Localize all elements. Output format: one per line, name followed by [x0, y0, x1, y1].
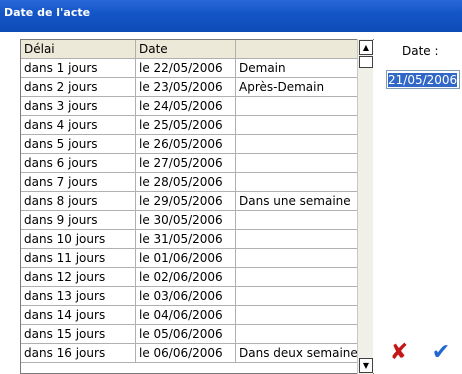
cell-date: le 27/05/2006: [135, 153, 236, 173]
cell-date: le 30/05/2006: [135, 210, 236, 230]
vertical-scrollbar[interactable]: ▲ ▼: [357, 39, 373, 374]
column-header-date[interactable]: Date: [135, 40, 236, 59]
table-row[interactable]: dans 5 jours le 26/05/2006: [21, 134, 367, 154]
table-row[interactable]: dans 6 jours le 27/05/2006: [21, 153, 367, 173]
cell-date: le 28/05/2006: [135, 172, 236, 192]
cell-date: le 03/06/2006: [135, 286, 236, 306]
cell-date: le 01/06/2006: [135, 248, 236, 268]
table-row[interactable]: dans 3 jours le 24/05/2006: [21, 96, 367, 116]
cell-label: Dans deux semaine: [235, 343, 367, 363]
column-header-delai[interactable]: Délai: [21, 40, 136, 59]
cell-label: [235, 286, 367, 306]
cell-date: le 02/06/2006: [135, 267, 236, 287]
table-row[interactable]: dans 13 jours le 03/06/2006: [21, 286, 367, 306]
cell-date: le 31/05/2006: [135, 229, 236, 249]
table-row[interactable]: dans 11 jours le 01/06/2006: [21, 248, 367, 268]
cell-date: le 29/05/2006: [135, 191, 236, 211]
cell-label: [235, 267, 367, 287]
cell-label: [235, 324, 367, 344]
window-title: Date de l'acte: [4, 6, 91, 19]
table-row[interactable]: dans 7 jours le 28/05/2006: [21, 172, 367, 192]
table-row[interactable]: dans 9 jours le 30/05/2006: [21, 210, 367, 230]
cancel-button[interactable]: ✘: [386, 339, 412, 365]
table-row[interactable]: dans 1 jours le 22/05/2006 Demain: [21, 58, 367, 78]
cell-date: le 24/05/2006: [135, 96, 236, 116]
cell-delay: dans 15 jours: [21, 324, 136, 344]
table-row[interactable]: dans 14 jours le 04/06/2006: [21, 305, 367, 325]
cell-label: [235, 210, 367, 230]
cell-delay: dans 7 jours: [21, 172, 136, 192]
column-header-label[interactable]: [235, 40, 367, 59]
table-row[interactable]: dans 16 jours le 06/06/2006 Dans deux sema…: [21, 343, 367, 363]
cell-delay: dans 13 jours: [21, 286, 136, 306]
cell-delay: dans 4 jours: [21, 115, 136, 135]
table-row[interactable]: dans 12 jours le 02/06/2006: [21, 267, 367, 287]
cell-label: Demain: [235, 58, 367, 78]
cell-label: [235, 96, 367, 116]
cell-label: [235, 153, 367, 173]
table-row[interactable]: dans 4 jours le 25/05/2006: [21, 115, 367, 135]
cell-delay: dans 9 jours: [21, 210, 136, 230]
cell-label: [235, 134, 367, 154]
cell-label: [235, 115, 367, 135]
cell-delay: dans 11 jours: [21, 248, 136, 268]
cell-label: Dans une semaine: [235, 191, 367, 211]
table-row[interactable]: dans 15 jours le 05/06/2006: [21, 324, 367, 344]
ok-button[interactable]: ✔: [428, 339, 454, 365]
blue-checkmark-icon: ✔: [431, 339, 451, 365]
cell-delay: dans 1 jours: [21, 58, 136, 78]
date-label: Date :: [402, 44, 439, 58]
cell-delay: dans 3 jours: [21, 96, 136, 116]
cell-date: le 25/05/2006: [135, 115, 236, 135]
cell-date: le 06/06/2006: [135, 343, 236, 363]
table-row[interactable]: dans 2 jours le 23/05/2006 Après-Demain: [21, 77, 367, 97]
arrow-up-icon: ▲: [362, 43, 370, 52]
cell-delay: dans 2 jours: [21, 77, 136, 97]
cell-delay: dans 10 jours: [21, 229, 136, 249]
red-x-icon: ✘: [389, 339, 409, 365]
delay-table[interactable]: Délai Date dans 1 jours le 22/05/2006 Dema…: [20, 39, 374, 374]
cell-label: [235, 248, 367, 268]
scroll-down-button[interactable]: ▼: [359, 358, 373, 373]
cell-delay: dans 16 jours: [21, 343, 136, 363]
cell-label: [235, 305, 367, 325]
cell-delay: dans 6 jours: [21, 153, 136, 173]
scroll-thumb[interactable]: [359, 56, 373, 68]
cell-date: le 22/05/2006: [135, 58, 236, 78]
cell-delay: dans 14 jours: [21, 305, 136, 325]
table-row[interactable]: dans 10 jours le 31/05/2006: [21, 229, 367, 249]
cell-date: le 23/05/2006: [135, 77, 236, 97]
cell-delay: dans 12 jours: [21, 267, 136, 287]
cell-label: [235, 172, 367, 192]
cell-label: Après-Demain: [235, 77, 367, 97]
cell-label: [235, 229, 367, 249]
dialog-window: Date de l'acte Délai Date dans 1 jours le…: [0, 0, 462, 374]
title-bar[interactable]: Date de l'acte: [0, 0, 462, 32]
cell-delay: dans 8 jours: [21, 191, 136, 211]
cell-date: le 26/05/2006: [135, 134, 236, 154]
cell-date: le 05/06/2006: [135, 324, 236, 344]
date-input[interactable]: 21/05/2006: [386, 70, 460, 89]
scroll-up-button[interactable]: ▲: [359, 40, 373, 55]
cell-date: le 04/06/2006: [135, 305, 236, 325]
date-value: 21/05/2006: [388, 73, 458, 87]
cell-delay: dans 5 jours: [21, 134, 136, 154]
arrow-down-icon: ▼: [362, 361, 370, 370]
table-header-row: Délai Date: [21, 40, 367, 59]
table-row[interactable]: dans 8 jours le 29/05/2006 Dans une semain…: [21, 191, 367, 211]
